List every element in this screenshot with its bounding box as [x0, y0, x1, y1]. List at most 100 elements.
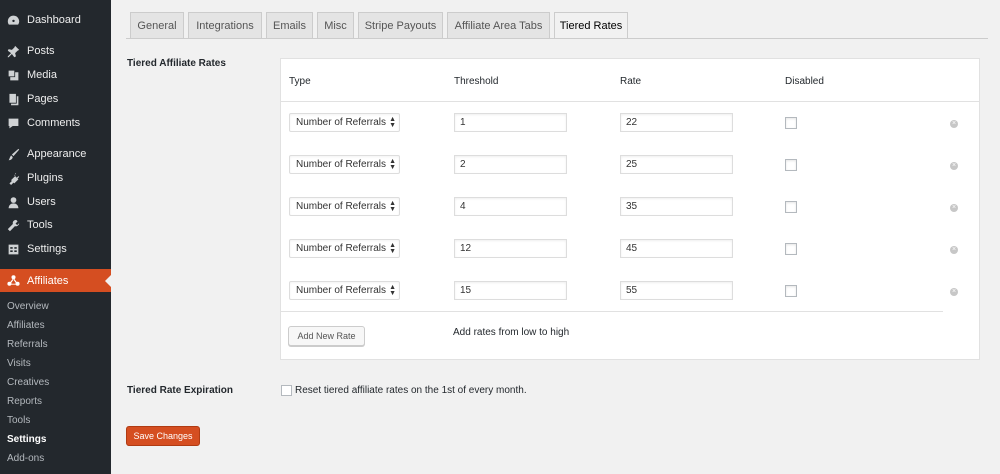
pages-icon: [6, 92, 20, 106]
user-icon: [6, 195, 20, 209]
footer-divider: [281, 311, 943, 312]
menu-label: Appearance: [27, 148, 87, 160]
brush-icon: [6, 147, 20, 161]
column-header-threshold: Threshold: [454, 76, 499, 87]
rate-input[interactable]: 25: [620, 155, 733, 174]
menu-label: Settings: [27, 243, 67, 255]
menu-media[interactable]: Media: [0, 63, 111, 87]
header-divider: [281, 101, 979, 102]
submenu-overview[interactable]: Overview: [7, 301, 49, 312]
menu-label: Comments: [27, 117, 81, 129]
threshold-input[interactable]: 1: [454, 113, 567, 132]
select-arrows-icon: ▲ ▼: [389, 116, 396, 129]
media-icon: [6, 68, 20, 82]
reset-rates-label[interactable]: Reset tiered affiliate rates on the 1st …: [295, 385, 527, 396]
submenu-affiliates[interactable]: Affiliates: [7, 320, 45, 331]
tabs-divider: [126, 38, 988, 39]
tiered-rates-label: Tiered Affiliate Rates: [127, 58, 226, 69]
disabled-checkbox[interactable]: [785, 201, 797, 213]
tab-general[interactable]: General: [130, 12, 184, 38]
menu-pages[interactable]: Pages: [0, 87, 111, 111]
type-select-value: Number of Referrals: [296, 201, 387, 212]
save-changes-button[interactable]: Save Changes: [126, 426, 200, 446]
type-select-value: Number of Referrals: [296, 159, 387, 170]
add-new-rate-button[interactable]: Add New Rate: [288, 326, 365, 346]
menu-comments[interactable]: Comments: [0, 111, 111, 135]
threshold-input[interactable]: 15: [454, 281, 567, 300]
menu-label: Tools: [27, 219, 53, 231]
remove-row-icon[interactable]: ×: [950, 246, 958, 254]
column-header-type: Type: [289, 76, 311, 87]
reset-rates-checkbox[interactable]: [281, 385, 292, 396]
submenu-creatives[interactable]: Creatives: [7, 377, 49, 388]
type-select-value: Number of Referrals: [296, 285, 387, 296]
type-select-value: Number of Referrals: [296, 243, 387, 254]
disabled-checkbox[interactable]: [785, 243, 797, 255]
plug-icon: [6, 171, 20, 185]
wrench-icon: [6, 218, 20, 232]
affiliates-icon: [6, 274, 20, 288]
menu-posts[interactable]: Posts: [0, 39, 111, 63]
submenu-reports[interactable]: Reports: [7, 396, 42, 407]
threshold-input[interactable]: 4: [454, 197, 567, 216]
rates-table: Type Threshold Rate Disabled Number of R…: [280, 58, 980, 360]
menu-label: Pages: [27, 93, 59, 105]
dashboard-icon: [6, 13, 20, 27]
submenu-settings[interactable]: Settings: [7, 434, 46, 445]
threshold-input[interactable]: 12: [454, 239, 567, 258]
disabled-checkbox[interactable]: [785, 159, 797, 171]
menu-label: Posts: [27, 45, 55, 57]
disabled-checkbox[interactable]: [785, 117, 797, 129]
pin-icon: [6, 44, 20, 58]
tab-emails[interactable]: Emails: [266, 12, 313, 38]
remove-row-icon[interactable]: ×: [950, 120, 958, 128]
tab-integrations[interactable]: Integrations: [188, 12, 262, 38]
select-arrows-icon: ▲ ▼: [389, 200, 396, 213]
select-arrows-icon: ▲ ▼: [389, 158, 396, 171]
rate-input[interactable]: 35: [620, 197, 733, 216]
type-select[interactable]: Number of Referrals ▲ ▼: [289, 239, 400, 258]
type-select[interactable]: Number of Referrals ▲ ▼: [289, 155, 400, 174]
type-select[interactable]: Number of Referrals ▲ ▼: [289, 281, 400, 300]
tab-stripe-payouts[interactable]: Stripe Payouts: [358, 12, 443, 38]
tab-misc[interactable]: Misc: [317, 12, 354, 38]
submenu-add-ons[interactable]: Add-ons: [7, 453, 44, 464]
menu-settings[interactable]: Settings: [0, 237, 111, 261]
threshold-input[interactable]: 2: [454, 155, 567, 174]
rate-input[interactable]: 22: [620, 113, 733, 132]
tab-affiliate-area-tabs[interactable]: Affiliate Area Tabs: [447, 12, 550, 38]
disabled-checkbox[interactable]: [785, 285, 797, 297]
menu-tools[interactable]: Tools: [0, 213, 111, 237]
menu-label: Media: [27, 69, 57, 81]
menu-label: Plugins: [27, 172, 64, 184]
footer-filler: [943, 311, 979, 359]
type-select-value: Number of Referrals: [296, 117, 387, 128]
remove-row-icon[interactable]: ×: [950, 162, 958, 170]
submenu-referrals[interactable]: Referrals: [7, 339, 48, 350]
submenu-tools[interactable]: Tools: [7, 415, 30, 426]
rate-input[interactable]: 55: [620, 281, 733, 300]
menu-label: Users: [27, 196, 56, 208]
menu-appearance[interactable]: Appearance: [0, 142, 111, 166]
tab-tiered-rates[interactable]: Tiered Rates: [554, 12, 628, 39]
type-select[interactable]: Number of Referrals ▲ ▼: [289, 197, 400, 216]
remove-row-icon[interactable]: ×: [950, 204, 958, 212]
menu-affiliates[interactable]: Affiliates: [0, 269, 111, 292]
settings-icon: [6, 242, 20, 256]
select-arrows-icon: ▲ ▼: [389, 242, 396, 255]
menu-label: Affiliates: [27, 274, 69, 287]
column-header-rate: Rate: [620, 76, 642, 87]
select-arrows-icon: ▲ ▼: [389, 284, 396, 297]
add-rates-hint: Add rates from low to high: [453, 327, 570, 338]
column-header-disabled: Disabled: [785, 76, 824, 87]
remove-row-icon[interactable]: ×: [950, 288, 958, 296]
menu-dashboard[interactable]: Dashboard: [0, 8, 111, 32]
menu-label: Dashboard: [27, 14, 81, 26]
submenu-visits[interactable]: Visits: [7, 358, 31, 369]
rate-input[interactable]: 45: [620, 239, 733, 258]
comment-icon: [6, 116, 20, 130]
menu-users[interactable]: Users: [0, 190, 111, 214]
menu-plugins[interactable]: Plugins: [0, 166, 111, 190]
type-select[interactable]: Number of Referrals ▲ ▼: [289, 113, 400, 132]
expiration-label: Tiered Rate Expiration: [127, 385, 233, 396]
